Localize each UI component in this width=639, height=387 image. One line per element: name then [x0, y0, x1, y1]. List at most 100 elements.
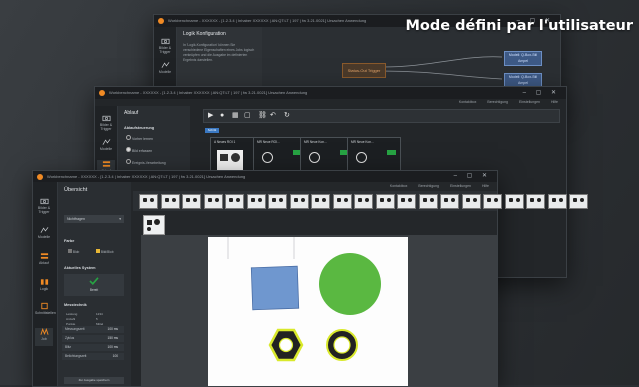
rail-item-models[interactable]: Modelle — [156, 61, 174, 79]
rail-label: Bilder & Trigger — [37, 206, 51, 214]
stat-row-measure-time: Messungszeit 100 ms — [62, 326, 124, 333]
node-label: Status-Out Trigger — [347, 68, 381, 73]
menu-permissions[interactable]: Berechtigung — [418, 184, 439, 188]
farbe-option-1[interactable]: Blob — [68, 249, 79, 254]
image-thumbnail[interactable] — [461, 194, 481, 209]
image-thumbnail[interactable] — [397, 194, 416, 209]
rail-item-images-trigger[interactable]: Bilder & Trigger — [156, 37, 174, 55]
blob-icon — [262, 152, 273, 163]
panel-title: Ablauf — [124, 110, 139, 116]
row-label: Zyklus — [65, 336, 75, 340]
app-logo-icon — [158, 18, 164, 24]
grid-icon[interactable]: ▦ — [232, 112, 239, 120]
window-controls[interactable]: – ▢ ✕ — [523, 87, 560, 99]
rail-label: Logik — [39, 287, 49, 291]
window-title: Workbenchname - XXXXXX - [1.2.3.4 | Inha… — [47, 174, 246, 179]
section-farbe: Farbe — [64, 239, 75, 243]
image-thumbnail[interactable] — [139, 194, 158, 209]
dropdown-value: Nichtfragen — [67, 217, 85, 221]
rail-item-models[interactable]: Modelle — [35, 226, 53, 244]
row-label: Anzahl — [66, 317, 76, 321]
farbe-option-2[interactable]: Bild/Blob — [96, 249, 113, 254]
radio-icon — [126, 147, 131, 152]
image-thumbnail[interactable] — [203, 194, 223, 209]
menu-settings[interactable]: Einstellungen — [519, 100, 540, 104]
part-shapes — [227, 237, 381, 362]
swatch-icon — [68, 249, 72, 253]
inspection-image — [208, 237, 408, 386]
row-value: 5 — [96, 317, 98, 321]
section-current-system: Aktuelles System — [64, 266, 96, 270]
window-title: Workbenchname - XXXXXX - [1.2.3.4 | Inha… — [168, 18, 367, 23]
image-thumbnail[interactable] — [483, 194, 502, 209]
option-learn[interactable]: Vorher lernen — [118, 132, 190, 144]
logic-node-model-1[interactable]: Modell: Q-Box-Stil Ampel — [504, 51, 542, 66]
image-thumbnail[interactable] — [246, 194, 266, 209]
image-thumbnail[interactable] — [418, 194, 438, 209]
logic-node-output-trigger[interactable]: Status-Out Trigger — [342, 63, 386, 78]
row-value: 100 — [112, 354, 118, 358]
rail-item-images-trigger[interactable]: Bilder & Trigger — [35, 197, 53, 215]
menu-settings[interactable]: Einstellungen — [450, 184, 471, 188]
step-tab[interactable]: Schritt — [205, 128, 219, 133]
app-logo-icon — [99, 90, 105, 96]
menu-contact[interactable]: Kontaktbox — [459, 100, 477, 104]
rail-item-logic[interactable]: Logik — [35, 278, 53, 296]
rail-label: Modelle — [37, 235, 51, 239]
image-thumbnail[interactable] — [440, 194, 459, 209]
system-ok-tile: Bereit — [64, 274, 124, 296]
rail-label: Job — [41, 337, 47, 341]
image-thumbnail[interactable] — [547, 194, 567, 209]
image-thumbnail[interactable] — [160, 194, 180, 209]
models-icon — [40, 227, 48, 233]
image-thumbnail[interactable] — [311, 194, 330, 209]
undo-icon[interactable]: ↶ — [270, 112, 276, 120]
swatch-icon — [96, 249, 100, 253]
image-thumbnail[interactable] — [225, 194, 244, 209]
card-title: MR Neue Kon... — [304, 140, 327, 144]
node-label: Modell: Q-Box-Stil Ampel — [508, 75, 538, 85]
image-canvas[interactable] — [141, 235, 497, 386]
image-thumbnail[interactable] — [332, 194, 352, 209]
footer-button[interactable]: Zur Ausgabe speichern — [64, 377, 124, 384]
row-label: Leistung — [66, 312, 78, 316]
sequence-toolbar: ▶ ● ▦ ▢ ⛓ ↶ ↻ — [203, 109, 560, 123]
menu-contact[interactable]: Kontaktbox — [390, 184, 408, 188]
record-icon[interactable]: ● — [220, 112, 224, 120]
rail-item-job[interactable]: Job — [35, 328, 53, 346]
play-icon[interactable]: ▶ — [208, 112, 213, 120]
image-thumbnail[interactable] — [375, 194, 395, 209]
image-thumbnail[interactable] — [289, 194, 309, 209]
rail-item-interfaces[interactable]: Schnittstellen — [35, 302, 56, 320]
rail-label: Ablauf — [39, 261, 49, 265]
section-measurement: Messtechnik — [64, 303, 87, 307]
option-capture[interactable]: Bild erfassen — [118, 144, 190, 156]
system-status: Bereit — [89, 288, 99, 292]
link-icon[interactable]: ⛓ — [258, 112, 267, 120]
rail-item-images-trigger[interactable]: Bilder & Trigger — [97, 114, 115, 132]
image-thumbnail[interactable] — [569, 194, 588, 209]
menu-help[interactable]: Hilfe — [551, 100, 558, 104]
image-thumbnail[interactable] — [504, 194, 524, 209]
image-thumbnail[interactable] — [354, 194, 373, 209]
section-header: Ablaufsteuerung — [124, 126, 155, 130]
mode-dropdown[interactable]: Nichtfragen ▾ — [64, 215, 124, 223]
image-thumbnail[interactable] — [268, 194, 287, 209]
rail-item-sequence[interactable]: Ablauf — [35, 252, 53, 270]
image-thumbnail[interactable] — [182, 194, 201, 209]
row-label: Blitz — [65, 345, 72, 349]
menu-permissions[interactable]: Berechtigung — [487, 100, 508, 104]
square-icon[interactable]: ▢ — [244, 112, 251, 120]
menu-help[interactable]: Hilfe — [482, 184, 489, 188]
mess-table: Leistung 1234 Anzahl 5 Punkte Mittel — [66, 312, 124, 327]
rail-item-models[interactable]: Modelle — [97, 138, 115, 156]
selected-thumbnail[interactable] — [143, 215, 165, 235]
window-titlebar: Workbenchname - XXXXXX - [1.2.3.4 | Inha… — [95, 87, 566, 99]
window-titlebar: Workbenchname - XXXXXX - [1.2.3.4 | Inha… — [33, 171, 497, 182]
option-label: Blob — [72, 250, 80, 254]
stat-row-exposure: Belichtungszeit 100 — [62, 353, 124, 360]
image-thumbnail[interactable] — [526, 194, 545, 209]
option-event[interactable]: Ereignis-Verarbeitung — [118, 156, 190, 168]
refresh-icon[interactable]: ↻ — [284, 112, 290, 120]
window-controls[interactable]: – ▢ ✕ — [454, 171, 491, 182]
